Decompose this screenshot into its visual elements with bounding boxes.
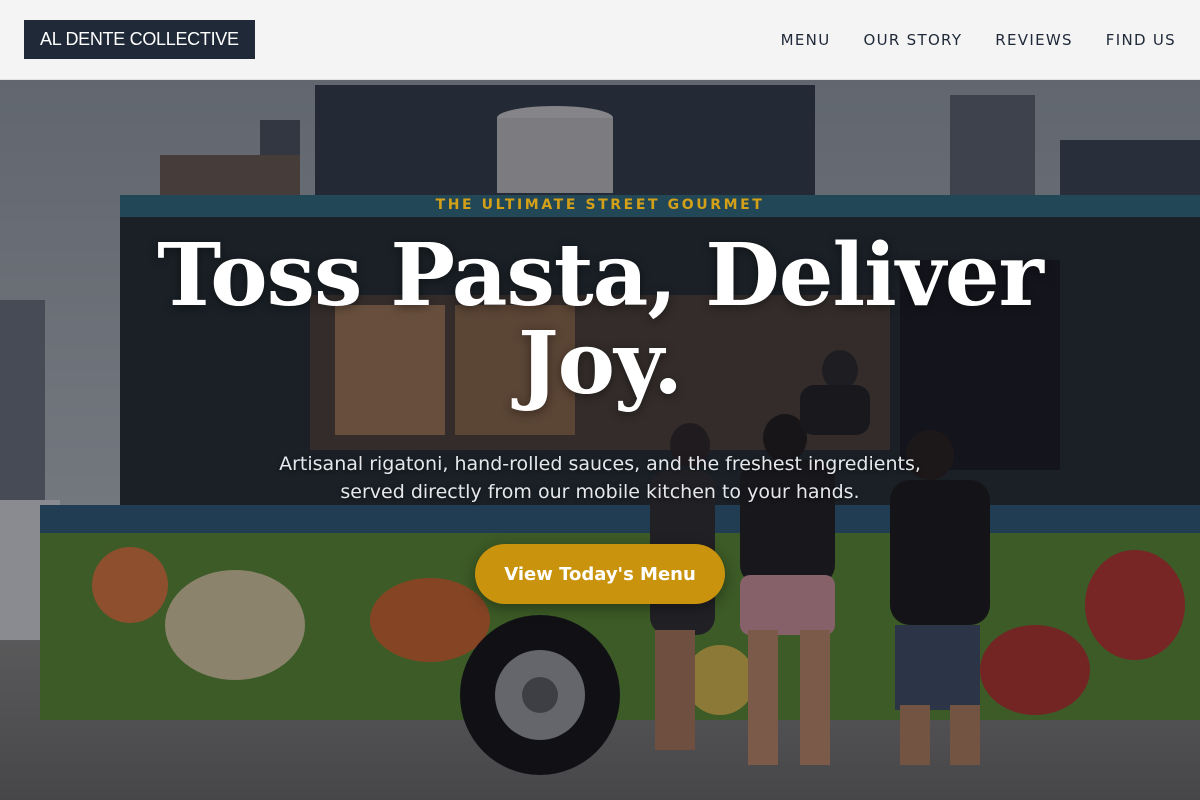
- view-menu-button[interactable]: View Today's Menu: [475, 544, 725, 604]
- nav-item-find-us[interactable]: FIND US: [1106, 31, 1176, 49]
- nav-item-our-story[interactable]: OUR STORY: [863, 31, 962, 49]
- hero-headline: Toss Pasta, Deliver Joy.: [157, 225, 1044, 414]
- nav-item-reviews[interactable]: REVIEWS: [995, 31, 1073, 49]
- hero-section: THE ULTIMATE STREET GOURMET Toss Pasta, …: [0, 80, 1200, 800]
- hero-eyebrow: THE ULTIMATE STREET GOURMET: [435, 197, 765, 213]
- main-nav: MENU OUR STORY REVIEWS FIND US: [781, 31, 1176, 49]
- site-header: AL DENTE COLLECTIVE MENU OUR STORY REVIE…: [0, 0, 1200, 80]
- hero-subtitle: Artisanal rigatoni, hand-rolled sauces, …: [279, 453, 921, 503]
- nav-item-menu[interactable]: MENU: [781, 31, 831, 49]
- brand-logo[interactable]: AL DENTE COLLECTIVE: [24, 20, 255, 59]
- hero-content: THE ULTIMATE STREET GOURMET Toss Pasta, …: [0, 80, 1200, 800]
